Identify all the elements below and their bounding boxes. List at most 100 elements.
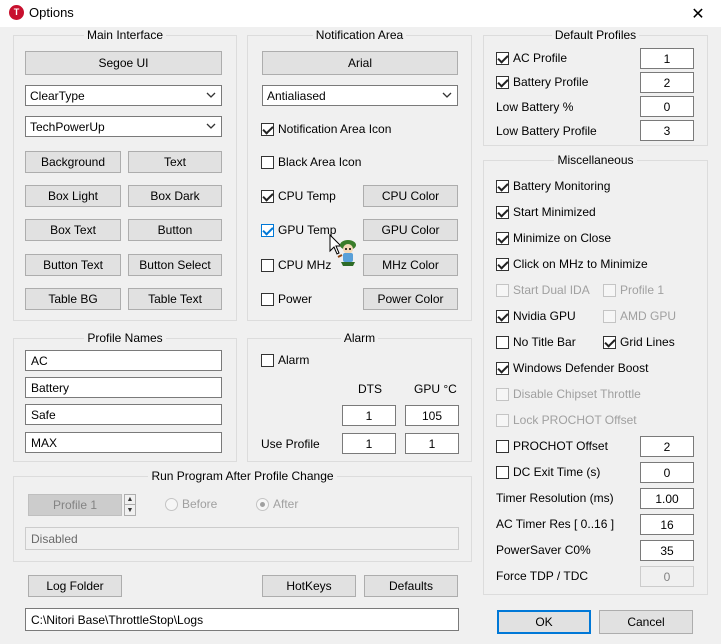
use-profile-gpu-field[interactable]: 1 <box>405 433 459 454</box>
notification-area-group: Notification Area <box>247 28 472 321</box>
after-radio[interactable]: After <box>256 497 298 511</box>
start-dual-ida-checkbox[interactable]: Start Dual IDA <box>496 282 590 298</box>
mhz-color-button[interactable]: MHz Color <box>363 254 458 276</box>
notification-rendering-value: Antialiased <box>267 88 326 103</box>
alarm-gpu-field[interactable]: 105 <box>405 405 459 426</box>
main-theme-value: TechPowerUp <box>30 119 105 134</box>
button-color-button[interactable]: Button <box>128 219 222 241</box>
main-theme-select[interactable]: TechPowerUp <box>25 116 222 137</box>
title-bar: T Options ✕ <box>0 0 721 27</box>
cpu-temp-checkbox[interactable]: CPU Temp <box>261 188 336 204</box>
start-minimized-checkbox[interactable]: Start Minimized <box>496 204 596 220</box>
text-color-button[interactable]: Text <box>128 151 222 173</box>
timer-resolution-label: Timer Resolution (ms) <box>496 491 614 505</box>
battery-profile-checkbox[interactable]: Battery Profile <box>496 74 588 90</box>
profile-name-field-2[interactable]: Battery <box>25 377 222 398</box>
use-profile-label: Use Profile <box>261 437 320 451</box>
cpu-color-button[interactable]: CPU Color <box>363 185 458 207</box>
force-tdp-field[interactable]: 0 <box>640 566 694 587</box>
lock-prochot-offset-checkbox[interactable]: Lock PROCHOT Offset <box>496 412 637 428</box>
cpu-mhz-checkbox[interactable]: CPU MHz <box>261 257 331 273</box>
alarm-title: Alarm <box>340 331 379 345</box>
main-font-button[interactable]: Segoe UI <box>25 51 222 75</box>
chevron-down-icon <box>206 92 216 98</box>
dts-header: DTS <box>358 382 382 396</box>
table-text-button[interactable]: Table Text <box>128 288 222 310</box>
before-radio[interactable]: Before <box>165 497 217 511</box>
no-title-bar-checkbox[interactable]: No Title Bar <box>496 334 576 350</box>
hotkeys-button[interactable]: HotKeys <box>262 575 356 597</box>
table-bg-button[interactable]: Table BG <box>25 288 121 310</box>
chevron-down-icon <box>206 123 216 129</box>
notification-area-title: Notification Area <box>312 28 407 42</box>
run-profile-spinner[interactable]: ▲ ▼ <box>124 494 136 516</box>
cancel-button[interactable]: Cancel <box>599 610 693 634</box>
defaults-button[interactable]: Defaults <box>364 575 458 597</box>
low-battery-profile-label: Low Battery Profile <box>496 124 597 138</box>
spin-up-icon[interactable]: ▲ <box>125 495 135 505</box>
box-dark-button[interactable]: Box Dark <box>128 185 222 207</box>
notification-area-icon-checkbox[interactable]: Notification Area Icon <box>261 121 391 137</box>
main-rendering-select[interactable]: ClearType <box>25 85 222 106</box>
run-program-path-field[interactable]: Disabled <box>25 527 459 550</box>
amd-gpu-checkbox[interactable]: AMD GPU <box>603 308 676 324</box>
log-path-field[interactable]: C:\Nitori Base\ThrottleStop\Logs <box>25 608 459 631</box>
button-select-button[interactable]: Button Select <box>128 254 222 276</box>
nvidia-gpu-checkbox[interactable]: Nvidia GPU <box>496 308 576 324</box>
low-battery-profile-field[interactable]: 3 <box>640 120 694 141</box>
prochot-offset-field[interactable]: 2 <box>640 436 694 457</box>
low-battery-pct-label: Low Battery % <box>496 100 574 114</box>
disable-chipset-throttle-checkbox[interactable]: Disable Chipset Throttle <box>496 386 641 402</box>
notification-font-button[interactable]: Arial <box>262 51 458 75</box>
profile-name-field-4[interactable]: MAX <box>25 432 222 453</box>
background-color-button[interactable]: Background <box>25 151 121 173</box>
powersaver-field[interactable]: 35 <box>640 540 694 561</box>
box-text-button[interactable]: Box Text <box>25 219 121 241</box>
timer-resolution-field[interactable]: 1.00 <box>640 488 694 509</box>
profile-name-field-1[interactable]: AC <box>25 350 222 371</box>
alarm-dts-field[interactable]: 1 <box>342 405 396 426</box>
profile-names-title: Profile Names <box>84 331 166 345</box>
powersaver-label: PowerSaver C0% <box>496 543 591 557</box>
force-tdp-label: Force TDP / TDC <box>496 569 589 583</box>
black-area-icon-checkbox[interactable]: Black Area Icon <box>261 154 361 170</box>
battery-profile-field[interactable]: 2 <box>640 72 694 93</box>
use-profile-dts-field[interactable]: 1 <box>342 433 396 454</box>
low-battery-pct-field[interactable]: 0 <box>640 96 694 117</box>
notification-rendering-select[interactable]: Antialiased <box>262 85 458 106</box>
profile-1-checkbox[interactable]: Profile 1 <box>603 282 664 298</box>
chevron-down-icon <box>442 92 452 98</box>
main-interface-title: Main Interface <box>83 28 167 42</box>
ac-profile-checkbox[interactable]: AC Profile <box>496 50 567 66</box>
ok-button[interactable]: OK <box>497 610 591 634</box>
minimize-on-close-checkbox[interactable]: Minimize on Close <box>496 230 611 246</box>
default-profiles-title: Default Profiles <box>551 28 640 42</box>
power-checkbox[interactable]: Power <box>261 291 312 307</box>
main-rendering-value: ClearType <box>30 88 85 103</box>
profile-name-field-3[interactable]: Safe <box>25 404 222 425</box>
close-icon[interactable]: ✕ <box>675 0 721 27</box>
defender-boost-checkbox[interactable]: Windows Defender Boost <box>496 360 648 376</box>
dc-exit-time-checkbox[interactable]: DC Exit Time (s) <box>496 464 600 480</box>
box-light-button[interactable]: Box Light <box>25 185 121 207</box>
button-text-button[interactable]: Button Text <box>25 254 121 276</box>
main-interface-group: Main Interface <box>13 28 237 321</box>
ac-timer-res-field[interactable]: 16 <box>640 514 694 535</box>
battery-monitoring-checkbox[interactable]: Battery Monitoring <box>496 178 610 194</box>
run-profile-button[interactable]: Profile 1 <box>28 494 122 516</box>
power-color-button[interactable]: Power Color <box>363 288 458 310</box>
miscellaneous-title: Miscellaneous <box>554 153 637 167</box>
window-title: Options <box>29 5 74 20</box>
ac-timer-res-label: AC Timer Res [ 0..16 ] <box>496 517 615 531</box>
click-mhz-minimize-checkbox[interactable]: Click on MHz to Minimize <box>496 256 648 272</box>
spin-down-icon[interactable]: ▼ <box>125 505 135 515</box>
run-program-title: Run Program After Profile Change <box>148 469 337 483</box>
dc-exit-time-field[interactable]: 0 <box>640 462 694 483</box>
app-icon: T <box>9 5 24 20</box>
ac-profile-field[interactable]: 1 <box>640 48 694 69</box>
gpu-color-button[interactable]: GPU Color <box>363 219 458 241</box>
prochot-offset-checkbox[interactable]: PROCHOT Offset <box>496 438 608 454</box>
log-folder-button[interactable]: Log Folder <box>28 575 122 597</box>
grid-lines-checkbox[interactable]: Grid Lines <box>603 334 675 350</box>
alarm-checkbox[interactable]: Alarm <box>261 352 309 368</box>
